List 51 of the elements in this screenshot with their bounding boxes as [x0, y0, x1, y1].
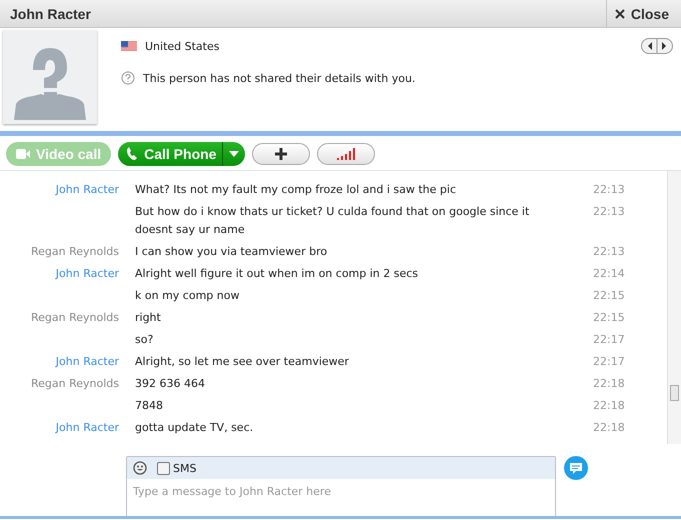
- sender-name: John Racter: [54, 266, 119, 282]
- privacy-notice: This person has not shared their details with you.: [143, 72, 416, 84]
- message-field[interactable]: Type a message to John Racter here: [127, 479, 539, 504]
- message-text: 392 636 464: [135, 376, 206, 392]
- message-text: 7848: [135, 398, 164, 414]
- message-text: gotta update TV, sec.: [135, 420, 254, 436]
- call-quality-button[interactable]: [317, 143, 376, 165]
- message-time: 22:14: [592, 266, 626, 282]
- message-text: What? Its not my fault my comp froze lol and i saw the pic: [135, 182, 458, 198]
- send-icon[interactable]: [564, 456, 588, 480]
- message-time: 22:15: [592, 310, 626, 326]
- signal-bars-icon: [336, 148, 356, 160]
- country-text: United States: [145, 40, 220, 53]
- message-time: 22:15: [592, 288, 626, 304]
- message-time: 22:18: [592, 376, 626, 392]
- message-text: so?: [135, 332, 154, 348]
- message-text: Alright well figure it out when im on comp in 2 secs: [135, 266, 420, 282]
- sender-name: Regan Reynolds: [30, 244, 119, 260]
- close-button[interactable]: Close: [606, 0, 681, 27]
- message-text: right: [135, 310, 162, 326]
- sms-checkbox[interactable]: [157, 462, 170, 474]
- message-time: 22:18: [592, 398, 626, 414]
- message-text: k on my comp now: [135, 288, 240, 304]
- phone-icon: [126, 147, 138, 161]
- flag-icon: [121, 41, 137, 52]
- sender-name: John Racter: [54, 354, 119, 370]
- add-button[interactable]: [252, 143, 310, 165]
- question-icon: [121, 71, 135, 85]
- message-time: 22:13: [592, 204, 626, 220]
- plus-icon: [274, 147, 288, 161]
- caret-icon[interactable]: [229, 151, 240, 157]
- sender-name: John Racter: [54, 182, 119, 198]
- scrollbar[interactable]: [667, 171, 681, 444]
- window-title: John Racter: [9, 6, 91, 22]
- sender-name: Regan Reynolds: [30, 310, 119, 326]
- message-text: Alright, so let me see over teamviewer: [135, 354, 350, 370]
- arrows-icon[interactable]: [641, 38, 673, 54]
- camera-icon: [16, 149, 30, 159]
- message-text: But how do i know thats ur ticket? U culda found that on google since it doesnt say ur name: [135, 204, 530, 238]
- message-time: 22:17: [592, 354, 626, 370]
- message-box[interactable]: SMS Type a message to John Racter here: [126, 456, 556, 518]
- message-time: 22:17: [592, 332, 626, 348]
- message-time: 22:18: [592, 420, 626, 436]
- sender-name: John Racter: [54, 420, 119, 436]
- close-icon: [614, 8, 625, 18]
- message-time: 22:13: [592, 244, 626, 260]
- smiley-icon[interactable]: [133, 461, 147, 475]
- message-text: I can show you via teamviewer bro: [135, 244, 328, 260]
- sender-name: Regan Reynolds: [30, 376, 119, 392]
- sms-label: SMS: [173, 462, 196, 474]
- message-time: 22:13: [592, 182, 626, 198]
